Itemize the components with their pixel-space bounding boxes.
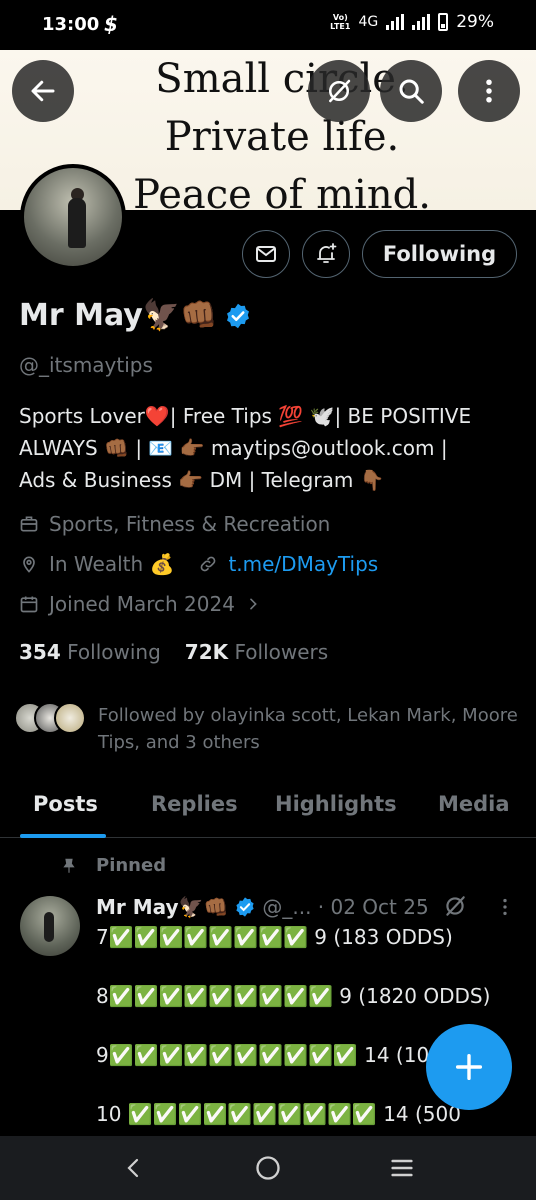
bell-plus-icon	[317, 243, 337, 263]
profile-location-row: In Wealth 💰 t.me/DMayTips	[19, 552, 378, 576]
briefcase-icon	[20, 516, 38, 532]
grok-button[interactable]	[308, 60, 370, 122]
category-text: Sports, Fitness & Recreation	[49, 512, 331, 536]
post-line: 8✅✅✅✅✅✅✅✅✅ 9 (1820 ODDS)	[96, 984, 491, 1008]
calendar-icon	[20, 596, 38, 613]
post-handle-date: @_... · 02 Oct 25	[262, 895, 429, 919]
post-author-name[interactable]: Mr May🦅👊🏾	[96, 895, 228, 919]
following-label: Following	[67, 640, 161, 664]
active-tab-indicator	[20, 834, 106, 838]
tab-replies[interactable]: Replies	[151, 792, 238, 816]
circle-home-icon	[256, 1156, 280, 1180]
avatar-figure	[44, 912, 54, 942]
profile-name-text: Mr May🦅👊🏾	[19, 298, 218, 333]
status-bar: 13:00 $ Vo) LTE1 4G 29%	[0, 0, 536, 50]
search-icon	[399, 79, 424, 104]
more-vertical-icon	[486, 79, 492, 103]
post-header: Mr May🦅👊🏾 @_... · 02 Oct 25	[96, 895, 429, 919]
avatar-figure	[68, 198, 86, 248]
notifications-button[interactable]	[302, 230, 350, 278]
post-author-avatar[interactable]	[20, 896, 80, 956]
search-button[interactable]	[380, 60, 442, 122]
battery-icon	[438, 13, 449, 31]
envelope-icon	[256, 246, 276, 262]
following-count: 354	[19, 640, 61, 664]
chevron-right-icon	[250, 598, 257, 610]
location-pin-icon	[23, 556, 35, 573]
followed-by-row[interactable]: Followed by olayinka scott, Lekan Mark, …	[14, 702, 518, 756]
following-button[interactable]: Following	[362, 230, 517, 278]
post-line: 7✅✅✅✅✅✅✅✅ 9 (183 ODDS)	[96, 925, 453, 949]
pinned-indicator: Pinned	[60, 855, 166, 876]
followed-by-text: Followed by olayinka scott, Lekan Mark, …	[98, 705, 518, 753]
profile-bio: Sports Lover❤️| Free Tips 💯 🕊️| BE POSIT…	[19, 404, 472, 492]
chevron-left-icon	[127, 1158, 139, 1178]
tab-posts[interactable]: Posts	[33, 792, 98, 816]
profile-category: Sports, Fitness & Recreation	[19, 512, 330, 536]
followers-count: 72K	[184, 640, 229, 664]
network-type: 4G	[358, 14, 379, 30]
compose-button[interactable]	[426, 1024, 512, 1110]
pin-icon	[63, 858, 75, 873]
tab-highlights[interactable]: Highlights	[275, 792, 397, 816]
back-button[interactable]	[12, 60, 74, 122]
signal-icon	[386, 14, 405, 30]
status-time: 13:00	[42, 14, 100, 35]
pinned-label: Pinned	[96, 855, 167, 876]
nav-home-button[interactable]	[250, 1150, 286, 1186]
following-stat[interactable]: 354 Following	[19, 640, 161, 664]
more-options-button[interactable]	[458, 60, 520, 122]
profile-handle: @_itsmaytips	[19, 353, 153, 377]
nav-recents-button[interactable]	[384, 1150, 420, 1186]
followers-label: Followers	[234, 640, 329, 664]
battery-level: 29%	[456, 12, 494, 32]
location-text: In Wealth 💰	[49, 552, 175, 576]
volte-indicator: Vo) LTE1	[330, 13, 351, 31]
link-icon	[201, 556, 216, 572]
joined-text: Joined March 2024	[49, 592, 235, 616]
profile-tabs: Posts Replies Highlights Media	[0, 780, 536, 838]
profile-joined[interactable]: Joined March 2024	[19, 592, 261, 616]
message-button[interactable]	[242, 230, 290, 278]
app-notification-icon: $	[104, 12, 118, 36]
profile-avatar[interactable]	[20, 164, 126, 270]
plus-icon	[455, 1053, 483, 1081]
profile-stats: 354 Following 72K Followers	[19, 640, 328, 664]
profile-name: Mr May🦅👊🏾	[19, 298, 252, 333]
tab-media[interactable]: Media	[438, 792, 510, 816]
verified-badge-icon[interactable]	[224, 302, 252, 330]
system-nav-bar	[0, 1136, 536, 1200]
avatar	[54, 702, 86, 734]
grok-icon	[329, 79, 351, 103]
banner-line-2: Private life.	[164, 114, 400, 160]
signal-icon-2	[412, 14, 431, 30]
arrow-left-icon	[31, 80, 55, 102]
nav-back-button[interactable]	[116, 1150, 152, 1186]
post-more-icon[interactable]	[494, 896, 516, 918]
followers-stat[interactable]: 72K Followers	[185, 640, 328, 664]
profile-link[interactable]: t.me/DMayTips	[228, 552, 378, 576]
verified-badge-icon	[236, 897, 254, 917]
menu-lines-icon	[391, 1159, 413, 1177]
grok-icon[interactable]	[442, 893, 468, 919]
